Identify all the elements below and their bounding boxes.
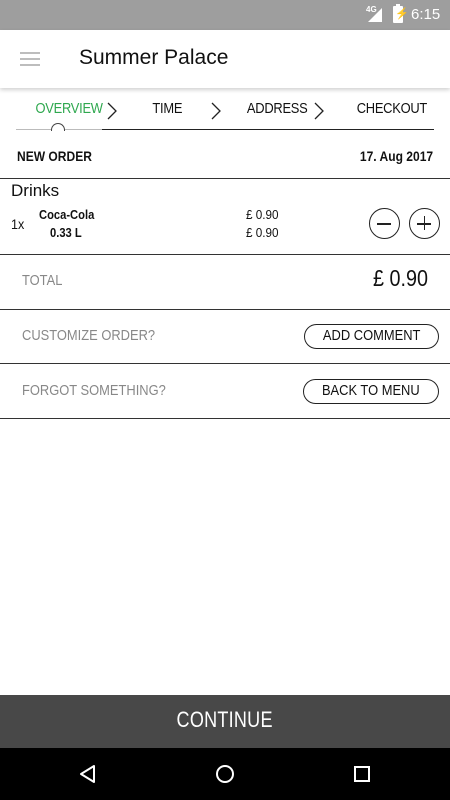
chevron-right-icon bbox=[211, 102, 221, 120]
hamburger-icon[interactable] bbox=[20, 51, 40, 67]
status-bar: 4G ⚡ 6:15 bbox=[0, 0, 450, 30]
total-value: £ 0.90 bbox=[373, 265, 428, 291]
chevron-right-icon bbox=[314, 102, 324, 120]
continue-button[interactable]: CONTINUE bbox=[0, 695, 450, 748]
back-to-menu-button[interactable]: BACK TO MENU bbox=[303, 379, 439, 404]
add-comment-label: ADD COMMENT bbox=[322, 327, 421, 344]
add-comment-button[interactable]: ADD COMMENT bbox=[303, 324, 439, 349]
app-bar: Summer Palace bbox=[0, 30, 450, 88]
system-nav-bar bbox=[0, 748, 450, 800]
divider bbox=[0, 254, 450, 255]
divider bbox=[0, 418, 450, 419]
continue-label: CONTINUE bbox=[176, 707, 274, 732]
order-steps: OVERVIEW TIME ADDRESS CHECKOUT bbox=[0, 90, 450, 132]
chevron-right-icon bbox=[107, 102, 117, 120]
signal-icon bbox=[368, 8, 382, 22]
restaurant-title: Summer Palace bbox=[79, 46, 229, 69]
order-header: NEW ORDER 17. Aug 2017 bbox=[0, 140, 450, 178]
back-triangle-icon[interactable] bbox=[76, 762, 100, 786]
item-quantity: 1x bbox=[11, 216, 25, 232]
item-size: 0.33 L bbox=[50, 225, 82, 240]
divider bbox=[0, 178, 450, 179]
total-label: TOTAL bbox=[22, 272, 63, 289]
step-overview[interactable]: OVERVIEW bbox=[35, 100, 102, 117]
charging-icon: ⚡ bbox=[395, 8, 409, 20]
active-step-indicator bbox=[51, 123, 65, 131]
recents-square-icon[interactable] bbox=[350, 762, 374, 786]
step-address[interactable]: ADDRESS bbox=[247, 100, 308, 117]
forgot-label: FORGOT SOMETHING? bbox=[22, 382, 166, 399]
back-to-menu-label: BACK TO MENU bbox=[322, 382, 421, 399]
category-label: Drinks bbox=[11, 181, 60, 200]
divider bbox=[0, 363, 450, 364]
item-line-total: £ 0.90 bbox=[246, 225, 279, 240]
item-unit-price: £ 0.90 bbox=[246, 207, 279, 222]
clock: 6:15 bbox=[411, 6, 441, 23]
home-circle-icon[interactable] bbox=[213, 762, 237, 786]
order-date: 17. Aug 2017 bbox=[359, 148, 433, 164]
minus-circle-icon[interactable] bbox=[369, 208, 400, 239]
divider bbox=[0, 309, 450, 310]
step-underline bbox=[102, 129, 434, 130]
plus-circle-icon[interactable] bbox=[409, 208, 440, 239]
customize-label: CUSTOMIZE ORDER? bbox=[22, 327, 156, 344]
order-heading: NEW ORDER bbox=[17, 148, 92, 164]
step-time[interactable]: TIME bbox=[152, 100, 182, 117]
step-checkout[interactable]: CHECKOUT bbox=[357, 100, 428, 117]
item-name: Coca-Cola bbox=[39, 207, 95, 222]
